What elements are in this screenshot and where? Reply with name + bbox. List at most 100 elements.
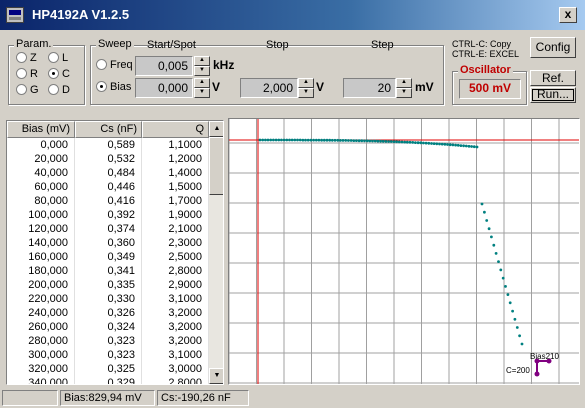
config-button[interactable]: Config <box>530 37 576 58</box>
scroll-thumb[interactable] <box>209 137 223 195</box>
table-row[interactable]: 300,000 0,323 3,1000 <box>7 348 209 362</box>
table-cell: 2,5000 <box>142 250 209 264</box>
freq-start-field[interactable]: 0,005 <box>135 56 193 76</box>
param-radio-c[interactable]: C <box>48 67 70 80</box>
table-cell: 2,9000 <box>142 278 209 292</box>
trace-point <box>414 141 417 144</box>
table-row[interactable]: 40,000 0,484 1,4000 <box>7 166 209 180</box>
bias-stop-field[interactable]: 2,000 <box>240 78 298 98</box>
trace-point <box>322 138 326 142</box>
spin-down-icon[interactable]: ▼ <box>194 66 210 76</box>
table-row[interactable]: 100,000 0,392 1,9000 <box>7 208 209 222</box>
table-row[interactable]: 240,000 0,326 3,2000 <box>7 306 209 320</box>
trace-point <box>435 142 439 146</box>
spin-up-icon[interactable]: ▲ <box>194 56 210 66</box>
marker-point <box>534 371 540 377</box>
radio-circle <box>16 68 27 79</box>
table-cell: 3,2000 <box>142 306 209 320</box>
spin-up-icon[interactable]: ▲ <box>396 78 412 88</box>
freq-radio[interactable]: Freq <box>96 58 133 71</box>
title-bar[interactable]: HP4192A V1.2.5 x <box>0 0 585 30</box>
trace-point <box>373 139 377 143</box>
close-button[interactable]: x <box>559 7 577 23</box>
spin-down-icon[interactable]: ▼ <box>194 88 210 98</box>
spin-down-icon[interactable]: ▼ <box>298 88 314 98</box>
table-cell: 40,000 <box>7 166 75 180</box>
freq-unit: kHz <box>213 58 235 72</box>
table-row[interactable]: 60,000 0,446 1,5000 <box>7 180 209 194</box>
spin-up-icon[interactable]: ▲ <box>298 78 314 88</box>
table-cell: 340,000 <box>7 376 75 384</box>
app-icon <box>6 7 24 23</box>
trace-point <box>376 139 380 143</box>
trace-point <box>360 139 364 143</box>
param-radio-r[interactable]: R <box>16 67 38 80</box>
trace-point <box>430 142 433 145</box>
spin-down-icon[interactable]: ▼ <box>396 88 412 98</box>
table-cell: 3,2000 <box>142 334 209 348</box>
bias-start-field[interactable]: 0,000 <box>135 78 193 98</box>
bias-step-field[interactable]: 20 <box>343 78 396 98</box>
table-row[interactable]: 260,000 0,324 3,2000 <box>7 320 209 334</box>
trace-point <box>511 309 514 313</box>
param-radio-l[interactable]: L <box>48 51 68 64</box>
trace-point <box>506 293 510 296</box>
table-row[interactable]: 20,000 0,532 1,2000 <box>7 152 209 166</box>
bias-start-spinner[interactable]: ▲ ▼ <box>194 78 210 98</box>
run-button[interactable]: Run... <box>530 87 576 103</box>
header-bias[interactable]: Bias (mV) <box>7 121 75 138</box>
table-row[interactable]: 120,000 0,374 2,1000 <box>7 222 209 236</box>
bias-stop-spinner[interactable]: ▲ ▼ <box>298 78 314 98</box>
table-scrollbar[interactable]: ▲ ▼ <box>209 121 223 384</box>
trace-point <box>395 140 398 144</box>
scroll-up-icon[interactable]: ▲ <box>209 121 223 137</box>
trace-point <box>269 138 273 142</box>
header-q[interactable]: Q <box>142 121 209 138</box>
table-row[interactable]: 140,000 0,360 2,3000 <box>7 236 209 250</box>
trace-point <box>309 138 313 142</box>
scroll-down-icon[interactable]: ▼ <box>209 368 223 384</box>
param-radio-d[interactable]: D <box>48 83 70 96</box>
results-table[interactable]: Bias (mV) Cs (nF) Q 0,000 0,589 1,1000 20,0… <box>6 120 224 385</box>
header-cs[interactable]: Cs (nF) <box>75 121 142 138</box>
plot-panel[interactable]: Bias210 C=200 <box>228 118 580 385</box>
table-cell: 0,330 <box>75 292 142 306</box>
table-row[interactable]: 80,000 0,416 1,7000 <box>7 194 209 208</box>
table-row[interactable]: 220,000 0,330 3,1000 <box>7 292 209 306</box>
trace-point <box>422 141 425 145</box>
bias-radio[interactable]: Bias <box>96 80 131 93</box>
table-row[interactable]: 320,000 0,325 3,0000 <box>7 362 209 376</box>
table-row[interactable]: 280,000 0,323 3,2000 <box>7 334 209 348</box>
table-cell: 1,4000 <box>142 166 209 180</box>
table-cell: 0,329 <box>75 376 142 384</box>
trace-point <box>272 138 275 142</box>
trace-point <box>470 145 473 148</box>
param-radio-z[interactable]: Z <box>16 51 37 64</box>
table-row[interactable]: 160,000 0,349 2,5000 <box>7 250 209 264</box>
radio-circle <box>48 68 59 79</box>
plot-legend-bias: Bias210 <box>530 352 559 361</box>
trace-point <box>341 139 345 142</box>
trace-point <box>492 243 496 247</box>
table-cell: 20,000 <box>7 152 75 166</box>
spin-up-icon[interactable]: ▲ <box>194 78 210 88</box>
table-row[interactable]: 340,000 0,329 2,8000 <box>7 376 209 384</box>
trace-point <box>355 139 358 142</box>
ref-button[interactable]: Ref. <box>530 70 576 86</box>
table-cell: 2,1000 <box>142 222 209 236</box>
trace-point <box>298 138 302 142</box>
trace-point <box>266 138 270 142</box>
oscillator-value[interactable]: 500 mV <box>459 79 521 99</box>
table-row[interactable]: 180,000 0,341 2,8000 <box>7 264 209 278</box>
app-window: HP4192A V1.2.5 x Param. Z L R C G D Sweep Sta… <box>0 0 585 408</box>
table-row[interactable]: 200,000 0,335 2,9000 <box>7 278 209 292</box>
status-bar: Bias:829,94 mV Cs:-190,26 nF <box>0 388 585 408</box>
radio-circle <box>48 52 59 63</box>
param-radio-g[interactable]: G <box>16 83 39 96</box>
trace-point <box>405 140 409 144</box>
trace-point <box>258 138 262 142</box>
param-radio-label: D <box>62 83 70 96</box>
freq-start-spinner[interactable]: ▲ ▼ <box>194 56 210 76</box>
table-row[interactable]: 0,000 0,589 1,1000 <box>7 138 209 152</box>
bias-step-spinner[interactable]: ▲ ▼ <box>396 78 412 98</box>
